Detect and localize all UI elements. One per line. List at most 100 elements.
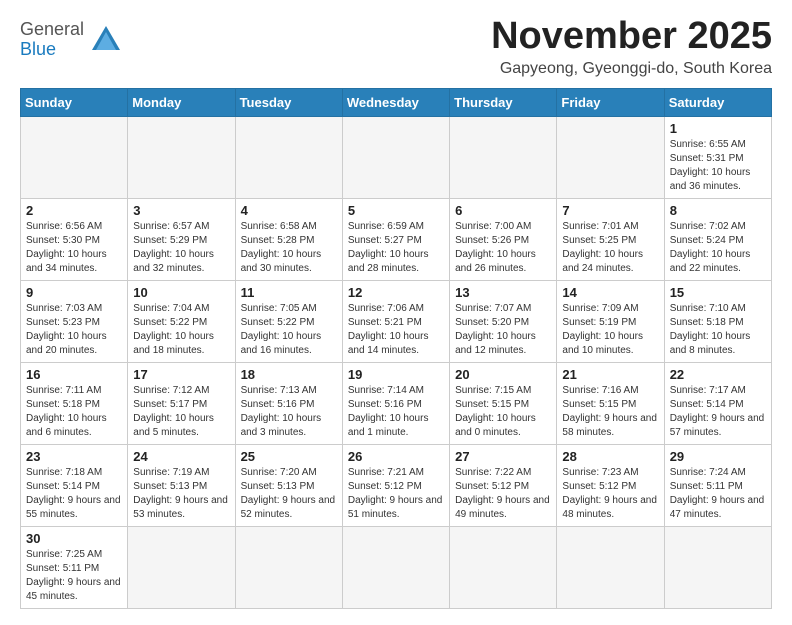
calendar-cell-2-4: 13 Sunrise: 7:07 AM Sunset: 5:20 PM Dayli…: [450, 280, 557, 362]
day-info: Sunrise: 7:00 AM Sunset: 5:26 PM Dayligh…: [455, 220, 551, 276]
calendar-cell-3-6: 22 Sunrise: 7:17 AM Sunset: 5:14 PM Dayli…: [664, 362, 771, 444]
day-number: 30: [26, 531, 122, 546]
day-number: 23: [26, 449, 122, 464]
calendar-cell-5-1: [128, 526, 235, 608]
day-info: Sunrise: 7:13 AM Sunset: 5:16 PM Dayligh…: [241, 384, 337, 440]
day-info: Sunrise: 7:12 AM Sunset: 5:17 PM Dayligh…: [133, 384, 229, 440]
logo-blue: Blue: [20, 40, 84, 60]
calendar-cell-2-0: 9Sunrise: 7:03 AM Sunset: 5:23 PM Daylig…: [21, 280, 128, 362]
calendar-cell-2-1: 10Sunrise: 7:04 AM Sunset: 5:22 PM Dayli…: [128, 280, 235, 362]
header-sunday: Sunday: [21, 88, 128, 116]
calendar-cell-2-3: 12 Sunrise: 7:06 AM Sunset: 5:21 PM Dayli…: [342, 280, 449, 362]
location: Gapyeong, Gyeonggi-do, South Korea: [491, 60, 772, 78]
day-info: Sunrise: 7:18 AM Sunset: 5:14 PM Dayligh…: [26, 466, 122, 522]
day-info: Sunrise: 7:14 AM Sunset: 5:16 PM Dayligh…: [348, 384, 444, 440]
day-info: Sunrise: 7:11 AM Sunset: 5:18 PM Dayligh…: [26, 384, 122, 440]
day-number: 9: [26, 285, 122, 300]
header-wednesday: Wednesday: [342, 88, 449, 116]
calendar-cell-1-6: 8Sunrise: 7:02 AM Sunset: 5:24 PM Daylig…: [664, 198, 771, 280]
day-number: 11: [241, 285, 337, 300]
header-tuesday: Tuesday: [235, 88, 342, 116]
calendar-cell-5-6: [664, 526, 771, 608]
day-number: 1: [670, 121, 766, 136]
day-number: 19: [348, 367, 444, 382]
header: General Blue November 2025 Gapyeong, Gye…: [20, 16, 772, 78]
day-info: Sunrise: 7:22 AM Sunset: 5:12 PM Dayligh…: [455, 466, 551, 522]
day-number: 15: [670, 285, 766, 300]
calendar: SundayMondayTuesdayWednesdayThursdayFrid…: [20, 88, 772, 609]
day-info: Sunrise: 7:01 AM Sunset: 5:25 PM Dayligh…: [562, 220, 658, 276]
calendar-week-5: 30 Sunrise: 7:25 AM Sunset: 5:11 PM Dayli…: [21, 526, 772, 608]
calendar-week-3: 16 Sunrise: 7:11 AM Sunset: 5:18 PM Dayli…: [21, 362, 772, 444]
day-number: 27: [455, 449, 551, 464]
day-number: 16: [26, 367, 122, 382]
calendar-week-2: 9Sunrise: 7:03 AM Sunset: 5:23 PM Daylig…: [21, 280, 772, 362]
day-info: Sunrise: 7:25 AM Sunset: 5:11 PM Dayligh…: [26, 548, 122, 604]
logo-text: General Blue: [20, 20, 84, 60]
logo: General Blue: [20, 20, 124, 60]
calendar-cell-2-6: 15 Sunrise: 7:10 AM Sunset: 5:18 PM Dayli…: [664, 280, 771, 362]
calendar-cell-0-2: [235, 116, 342, 198]
day-number: 13: [455, 285, 551, 300]
day-info: Sunrise: 7:16 AM Sunset: 5:15 PM Dayligh…: [562, 384, 658, 440]
day-info: Sunrise: 7:05 AM Sunset: 5:22 PM Dayligh…: [241, 302, 337, 358]
calendar-week-0: 1 Sunrise: 6:55 AM Sunset: 5:31 PM Daylig…: [21, 116, 772, 198]
day-info: Sunrise: 7:07 AM Sunset: 5:20 PM Dayligh…: [455, 302, 551, 358]
day-info: Sunrise: 7:17 AM Sunset: 5:14 PM Dayligh…: [670, 384, 766, 440]
day-info: Sunrise: 7:23 AM Sunset: 5:12 PM Dayligh…: [562, 466, 658, 522]
day-number: 17: [133, 367, 229, 382]
day-number: 7: [562, 203, 658, 218]
calendar-cell-1-1: 3 Sunrise: 6:57 AM Sunset: 5:29 PM Daylig…: [128, 198, 235, 280]
day-number: 4: [241, 203, 337, 218]
day-info: Sunrise: 7:19 AM Sunset: 5:13 PM Dayligh…: [133, 466, 229, 522]
day-info: Sunrise: 7:24 AM Sunset: 5:11 PM Dayligh…: [670, 466, 766, 522]
calendar-cell-5-4: [450, 526, 557, 608]
day-number: 26: [348, 449, 444, 464]
day-number: 12: [348, 285, 444, 300]
logo-icon: [88, 22, 124, 58]
calendar-week-4: 23 Sunrise: 7:18 AM Sunset: 5:14 PM Dayli…: [21, 444, 772, 526]
calendar-cell-4-3: 26 Sunrise: 7:21 AM Sunset: 5:12 PM Dayli…: [342, 444, 449, 526]
calendar-cell-1-3: 5Sunrise: 6:59 AM Sunset: 5:27 PM Daylig…: [342, 198, 449, 280]
calendar-cell-0-5: [557, 116, 664, 198]
calendar-cell-4-4: 27 Sunrise: 7:22 AM Sunset: 5:12 PM Dayli…: [450, 444, 557, 526]
day-info: Sunrise: 7:06 AM Sunset: 5:21 PM Dayligh…: [348, 302, 444, 358]
day-info: Sunrise: 6:55 AM Sunset: 5:31 PM Dayligh…: [670, 138, 766, 194]
day-info: Sunrise: 6:58 AM Sunset: 5:28 PM Dayligh…: [241, 220, 337, 276]
day-number: 14: [562, 285, 658, 300]
calendar-cell-0-4: [450, 116, 557, 198]
calendar-cell-3-1: 17 Sunrise: 7:12 AM Sunset: 5:17 PM Dayli…: [128, 362, 235, 444]
calendar-cell-0-3: [342, 116, 449, 198]
day-number: 2: [26, 203, 122, 218]
calendar-cell-1-4: 6Sunrise: 7:00 AM Sunset: 5:26 PM Daylig…: [450, 198, 557, 280]
calendar-cell-4-0: 23 Sunrise: 7:18 AM Sunset: 5:14 PM Dayli…: [21, 444, 128, 526]
calendar-cell-3-0: 16 Sunrise: 7:11 AM Sunset: 5:18 PM Dayli…: [21, 362, 128, 444]
calendar-cell-2-5: 14Sunrise: 7:09 AM Sunset: 5:19 PM Dayli…: [557, 280, 664, 362]
calendar-cell-1-5: 7 Sunrise: 7:01 AM Sunset: 5:25 PM Daylig…: [557, 198, 664, 280]
day-number: 3: [133, 203, 229, 218]
day-number: 18: [241, 367, 337, 382]
day-number: 29: [670, 449, 766, 464]
calendar-cell-3-5: 21Sunrise: 7:16 AM Sunset: 5:15 PM Dayli…: [557, 362, 664, 444]
header-monday: Monday: [128, 88, 235, 116]
day-number: 24: [133, 449, 229, 464]
calendar-cell-2-2: 11 Sunrise: 7:05 AM Sunset: 5:22 PM Dayli…: [235, 280, 342, 362]
day-info: Sunrise: 6:56 AM Sunset: 5:30 PM Dayligh…: [26, 220, 122, 276]
calendar-cell-0-1: [128, 116, 235, 198]
calendar-cell-1-2: 4 Sunrise: 6:58 AM Sunset: 5:28 PM Daylig…: [235, 198, 342, 280]
day-info: Sunrise: 7:10 AM Sunset: 5:18 PM Dayligh…: [670, 302, 766, 358]
header-saturday: Saturday: [664, 88, 771, 116]
day-number: 10: [133, 285, 229, 300]
day-info: Sunrise: 7:21 AM Sunset: 5:12 PM Dayligh…: [348, 466, 444, 522]
calendar-cell-4-6: 29 Sunrise: 7:24 AM Sunset: 5:11 PM Dayli…: [664, 444, 771, 526]
calendar-cell-3-4: 20Sunrise: 7:15 AM Sunset: 5:15 PM Dayli…: [450, 362, 557, 444]
logo-general: General: [20, 20, 84, 40]
day-info: Sunrise: 6:57 AM Sunset: 5:29 PM Dayligh…: [133, 220, 229, 276]
day-info: Sunrise: 7:02 AM Sunset: 5:24 PM Dayligh…: [670, 220, 766, 276]
title-area: November 2025 Gapyeong, Gyeonggi-do, Sou…: [491, 16, 772, 78]
header-friday: Friday: [557, 88, 664, 116]
calendar-cell-5-2: [235, 526, 342, 608]
calendar-cell-0-6: 1 Sunrise: 6:55 AM Sunset: 5:31 PM Daylig…: [664, 116, 771, 198]
day-number: 28: [562, 449, 658, 464]
day-number: 22: [670, 367, 766, 382]
